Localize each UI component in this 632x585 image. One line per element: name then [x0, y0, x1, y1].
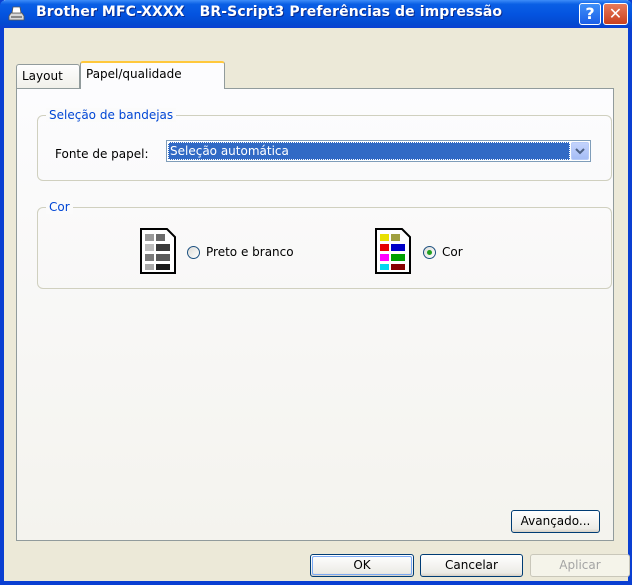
paper-source-value: Seleção automática: [168, 142, 570, 160]
cancel-button[interactable]: Cancelar: [420, 554, 523, 577]
color-group-legend: Cor: [46, 200, 73, 214]
radio-selected-dot: [427, 250, 432, 255]
color-page-icon: [375, 228, 411, 274]
color-radio[interactable]: [423, 246, 436, 259]
chevron-down-icon[interactable]: [571, 142, 589, 160]
tab-layout[interactable]: Layout: [16, 64, 80, 88]
tray-selection-legend: Seleção de bandejas: [46, 108, 177, 122]
tab-paper-quality[interactable]: Papel/qualidade: [80, 61, 225, 89]
close-button[interactable]: ✕: [603, 3, 628, 25]
window-title: Brother MFC-XXXX BR-Script3 Preferências…: [36, 4, 503, 20]
paper-source-dropdown[interactable]: Seleção automática: [166, 140, 591, 162]
black-white-label[interactable]: Preto e branco: [206, 245, 294, 259]
advanced-button[interactable]: Avançado...: [511, 510, 600, 533]
ok-button[interactable]: OK: [310, 554, 414, 577]
grayscale-page-icon: [140, 228, 176, 274]
color-label[interactable]: Cor: [442, 245, 463, 259]
printer-icon: [8, 6, 25, 21]
help-button[interactable]: ?: [579, 3, 601, 25]
black-white-radio[interactable]: [187, 246, 200, 259]
paper-source-label: Fonte de papel:: [55, 147, 149, 161]
color-group: Cor: [37, 200, 612, 289]
apply-button[interactable]: Aplicar: [530, 554, 630, 577]
title-bar[interactable]: Brother MFC-XXXX BR-Script3 Preferências…: [0, 0, 632, 28]
